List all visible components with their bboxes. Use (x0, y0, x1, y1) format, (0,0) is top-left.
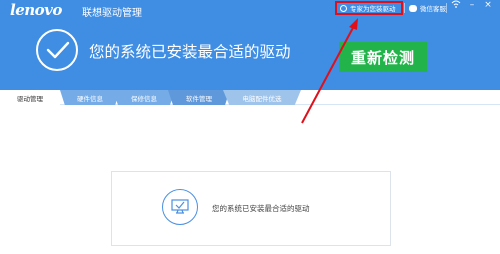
chat-icon (409, 4, 417, 12)
wechat-support-button[interactable]: 微信客服 (409, 3, 446, 13)
result-message: 您的系统已安装最合适的驱动 (212, 204, 310, 213)
close-icon[interactable]: × (482, 0, 494, 10)
wifi-icon[interactable] (450, 0, 462, 11)
wechat-support-label: 微信客服 (420, 5, 446, 13)
minimize-icon[interactable]: – (466, 0, 478, 10)
tab-bar: 驱动管理 硬件信息 保修信息 软件管理 电脑配件优选 (0, 90, 500, 105)
divider (404, 3, 405, 13)
divider (446, 3, 447, 13)
status-check-icon (36, 29, 78, 71)
gear-icon (340, 4, 347, 12)
recheck-button[interactable]: 重新检测 (339, 42, 427, 72)
lenovo-logo: lenovo (10, 1, 62, 19)
tab-software-management[interactable]: 软件管理 (168, 90, 230, 105)
app-title: 联想驱动管理 (82, 8, 142, 19)
tab-driver-management[interactable]: 驱动管理 (0, 90, 60, 105)
expert-install-label: 专家为您装驱动 (350, 5, 396, 13)
tab-warranty-info[interactable]: 保修信息 (113, 90, 175, 105)
header-banner: lenovo 联想驱动管理 专家为您装驱动 微信客服 – × 您的系统已安装最合… (0, 0, 500, 90)
status-message: 您的系统已安装最合适的驱动 (89, 43, 291, 61)
monitor-check-icon (162, 189, 198, 225)
tab-hardware-info[interactable]: 硬件信息 (60, 90, 120, 105)
tab-accessories[interactable]: 电脑配件优选 (223, 90, 301, 105)
result-panel: 您的系统已安装最合适的驱动 (111, 171, 391, 246)
expert-install-button[interactable]: 专家为您装驱动 (335, 1, 403, 15)
